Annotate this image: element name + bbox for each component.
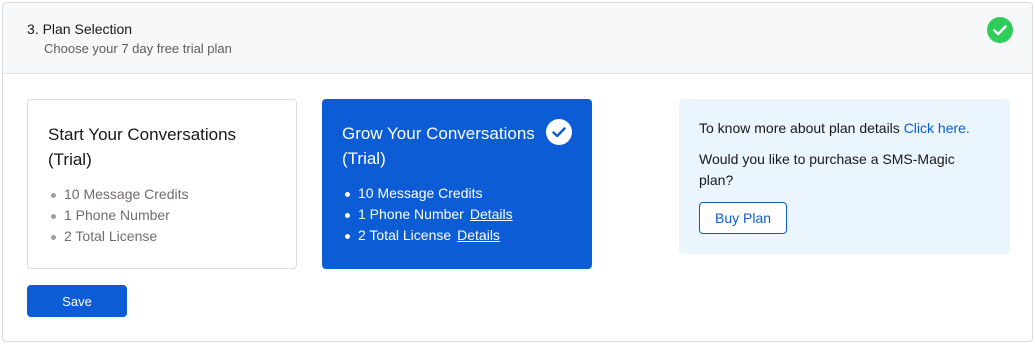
plan-details-prefix: To know more about plan details (699, 120, 900, 136)
plan-info-box: To know more about plan details Click he… (679, 99, 1010, 254)
feature-item: 1 Phone Number Details (342, 204, 572, 225)
buy-plan-button[interactable]: Buy Plan (699, 202, 788, 234)
feature-label: 10 Message Credits (358, 185, 483, 201)
feature-item: 2 Total License (48, 226, 276, 247)
feature-label: 1 Phone Number (358, 206, 464, 222)
feature-label: 2 Total License (358, 227, 452, 243)
step-title: 3. Plan Selection (27, 21, 133, 37)
feature-item: 2 Total License Details (342, 225, 572, 246)
feature-item: 10 Message Credits (342, 183, 572, 204)
plan-title: Grow Your Conversations (Trial) (342, 124, 535, 168)
section-header: 3. Plan Selection Choose your 7 day free… (3, 3, 1032, 74)
feature-item: 1 Phone Number (48, 205, 276, 226)
plan-title: Start Your Conversations (Trial) (48, 125, 237, 169)
plan-features: 10 Message Credits 1 Phone Number 2 Tota… (48, 184, 276, 247)
plan-features: 10 Message Credits 1 Phone Number Details… (342, 183, 572, 246)
plan-details-text: To know more about plan details Click he… (699, 118, 990, 139)
plan-selection-panel: 3. Plan Selection Choose your 7 day free… (2, 2, 1033, 342)
feature-item: 10 Message Credits (48, 184, 276, 205)
save-button[interactable]: Save (27, 285, 127, 317)
purchase-question: Would you like to purchase a SMS-Magic p… (699, 151, 955, 188)
selected-check-icon (546, 119, 572, 145)
plan-card-start[interactable]: Start Your Conversations (Trial) 10 Mess… (27, 99, 297, 269)
step-subtitle: Choose your 7 day free trial plan (44, 41, 232, 56)
phone-number-details-link[interactable]: Details (470, 206, 513, 222)
plan-card-grow[interactable]: Grow Your Conversations (Trial) 10 Messa… (322, 99, 592, 269)
license-details-link[interactable]: Details (457, 227, 500, 243)
plan-details-link[interactable]: Click here. (904, 120, 970, 136)
check-circle-icon (987, 17, 1013, 43)
